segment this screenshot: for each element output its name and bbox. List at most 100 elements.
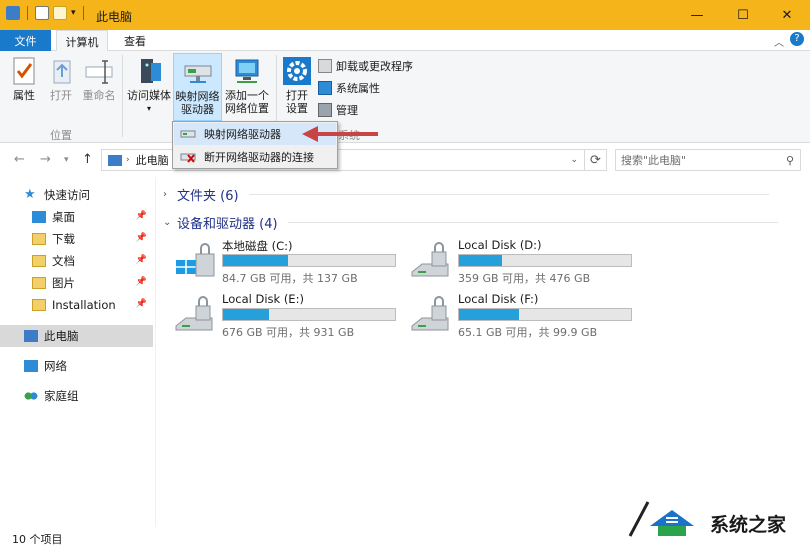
nav-quick-access-label: 快速访问 bbox=[44, 188, 90, 202]
pin-icon[interactable]: 📌 bbox=[136, 277, 147, 287]
nav-this-pc[interactable]: 此电脑 bbox=[0, 325, 153, 347]
drive-c-info: 84.7 GB 可用，共 137 GB bbox=[222, 272, 358, 285]
menu-item-disconnect-drive[interactable]: 断开网络驱动器的连接 bbox=[174, 146, 336, 168]
open-settings-button[interactable]: 打开 设置 bbox=[280, 55, 314, 115]
site-watermark: 系统之家 bbox=[622, 496, 806, 544]
drive-e-usage-bar bbox=[222, 308, 396, 321]
new-folder-icon[interactable] bbox=[53, 6, 67, 20]
nav-homegroup[interactable]: 家庭组 bbox=[0, 385, 153, 407]
minimize-button[interactable]: — bbox=[674, 0, 720, 30]
pin-icon[interactable]: 📌 bbox=[136, 299, 147, 309]
section-folders-label: 文件夹 (6) bbox=[177, 189, 239, 204]
homegroup-icon bbox=[24, 390, 38, 402]
pin-icon[interactable]: 📌 bbox=[136, 255, 147, 265]
uninstall-programs-button[interactable]: 卸载或更改程序 bbox=[318, 58, 413, 74]
group-label-location: 位置 bbox=[50, 129, 72, 142]
open-icon bbox=[46, 55, 78, 87]
rename-icon bbox=[83, 55, 115, 87]
drive-e-name: Local Disk (E:) bbox=[222, 292, 304, 306]
manage-label: 管理 bbox=[336, 104, 358, 117]
tab-file[interactable]: 文件 bbox=[0, 30, 51, 51]
tab-view[interactable]: 查看 bbox=[114, 30, 156, 51]
search-input[interactable]: 搜索"此电脑" ⚲ bbox=[615, 149, 801, 171]
drive-d[interactable]: Local Disk (D:) 359 GB 可用，共 476 GB bbox=[410, 238, 640, 286]
drive-f-info: 65.1 GB 可用，共 99.9 GB bbox=[458, 326, 598, 339]
settings-gear-icon bbox=[281, 55, 313, 87]
folder-icon bbox=[32, 299, 46, 311]
nav-homegroup-label: 家庭组 bbox=[44, 389, 79, 403]
open-settings-label-line1: 打开 bbox=[286, 89, 308, 102]
nav-item-documents[interactable]: 文档 📌 bbox=[0, 250, 153, 272]
address-computer-icon bbox=[108, 154, 122, 166]
pictures-icon bbox=[32, 277, 46, 289]
address-path[interactable]: 此电脑 bbox=[136, 152, 169, 168]
drive-f[interactable]: Local Disk (F:) 65.1 GB 可用，共 99.9 GB bbox=[410, 292, 640, 340]
watermark-logo-icon bbox=[622, 500, 708, 542]
customize-toolbar-icon[interactable]: ▾ bbox=[71, 8, 76, 18]
drive-d-info: 359 GB 可用，共 476 GB bbox=[458, 272, 591, 285]
properties-button[interactable]: 属性 bbox=[8, 55, 40, 102]
pane-divider[interactable] bbox=[155, 177, 156, 527]
up-arrow-icon[interactable]: ↑ bbox=[82, 152, 93, 167]
nav-item-desktop[interactable]: 桌面 📌 bbox=[0, 206, 153, 228]
properties-icon bbox=[8, 55, 40, 87]
map-drive-label-line2: 驱动器 bbox=[181, 103, 214, 116]
star-icon: ★ bbox=[24, 187, 36, 202]
add-network-location-button[interactable]: 添加一个 网络位置 bbox=[224, 55, 270, 115]
drive-e-usage-fill bbox=[223, 309, 270, 320]
desktop-icon bbox=[32, 211, 46, 223]
access-media-button[interactable]: 访问媒体 ▾ bbox=[126, 55, 172, 115]
search-icon: ⚲ bbox=[785, 153, 794, 167]
map-network-drive-button[interactable]: 映射网络 驱动器 bbox=[173, 53, 222, 121]
pin-icon[interactable]: 📌 bbox=[136, 211, 147, 221]
nav-item-installation[interactable]: Installation 📌 bbox=[0, 294, 153, 316]
drive-d-name: Local Disk (D:) bbox=[458, 238, 542, 252]
computer-icon bbox=[6, 6, 20, 20]
nav-network[interactable]: 网络 bbox=[0, 355, 153, 377]
recent-locations-icon[interactable]: ▾ bbox=[64, 155, 69, 165]
group-divider bbox=[122, 55, 123, 137]
rename-label: 重命名 bbox=[82, 89, 116, 102]
nav-item-installation-label: Installation bbox=[52, 298, 116, 312]
properties-check-icon[interactable] bbox=[35, 6, 49, 20]
add-location-label-line2: 网络位置 bbox=[225, 102, 269, 115]
address-dropdown-icon[interactable]: ⌄ bbox=[570, 155, 578, 165]
back-arrow-icon[interactable]: ← bbox=[14, 152, 25, 167]
rename-button[interactable]: 重命名 bbox=[80, 55, 118, 102]
refresh-icon[interactable]: ⟳ bbox=[585, 149, 607, 171]
manage-icon bbox=[318, 103, 332, 117]
network-icon bbox=[24, 360, 38, 372]
nav-item-pictures-label: 图片 bbox=[52, 276, 75, 290]
locked-drive-icon bbox=[410, 296, 452, 336]
drive-c[interactable]: 本地磁盘 (C:) 84.7 GB 可用，共 137 GB bbox=[174, 238, 404, 286]
drive-e-info: 676 GB 可用，共 931 GB bbox=[222, 326, 355, 339]
locked-drive-icon bbox=[410, 242, 452, 282]
nav-quick-access[interactable]: ★ 快速访问 bbox=[0, 184, 153, 206]
forward-arrow-icon[interactable]: → bbox=[40, 152, 51, 167]
collapse-ribbon-icon[interactable]: ︿ bbox=[774, 34, 784, 49]
pin-icon[interactable]: 📌 bbox=[136, 233, 147, 243]
open-button[interactable]: 打开 bbox=[46, 55, 76, 102]
section-devices[interactable]: ⌄ 设备和驱动器 (4) bbox=[163, 213, 778, 232]
maximize-button[interactable]: ☐ bbox=[720, 0, 766, 30]
downloads-icon bbox=[32, 233, 46, 245]
address-chevron-icon[interactable]: › bbox=[126, 155, 130, 165]
nav-item-downloads-label: 下载 bbox=[52, 232, 75, 246]
title-bar: ▾ 此电脑 — ☐ ✕ bbox=[0, 0, 810, 30]
system-properties-button[interactable]: 系统属性 bbox=[318, 80, 380, 96]
nav-item-downloads[interactable]: 下载 📌 bbox=[0, 228, 153, 250]
system-properties-label: 系统属性 bbox=[336, 82, 380, 95]
open-label: 打开 bbox=[50, 89, 72, 102]
drive-c-usage-fill bbox=[223, 255, 289, 266]
manage-button[interactable]: 管理 bbox=[318, 102, 358, 118]
tab-computer[interactable]: 计算机 bbox=[56, 30, 108, 52]
help-icon[interactable]: ? bbox=[790, 32, 804, 46]
nav-network-label: 网络 bbox=[44, 359, 67, 373]
nav-item-pictures[interactable]: 图片 📌 bbox=[0, 272, 153, 294]
section-folders[interactable]: › 文件夹 (6) bbox=[163, 185, 769, 204]
drive-e[interactable]: Local Disk (E:) 676 GB 可用，共 931 GB bbox=[174, 292, 404, 340]
window-title: 此电脑 bbox=[96, 10, 133, 24]
section-divider bbox=[248, 194, 769, 195]
system-properties-icon bbox=[318, 81, 332, 95]
close-button[interactable]: ✕ bbox=[764, 0, 810, 30]
